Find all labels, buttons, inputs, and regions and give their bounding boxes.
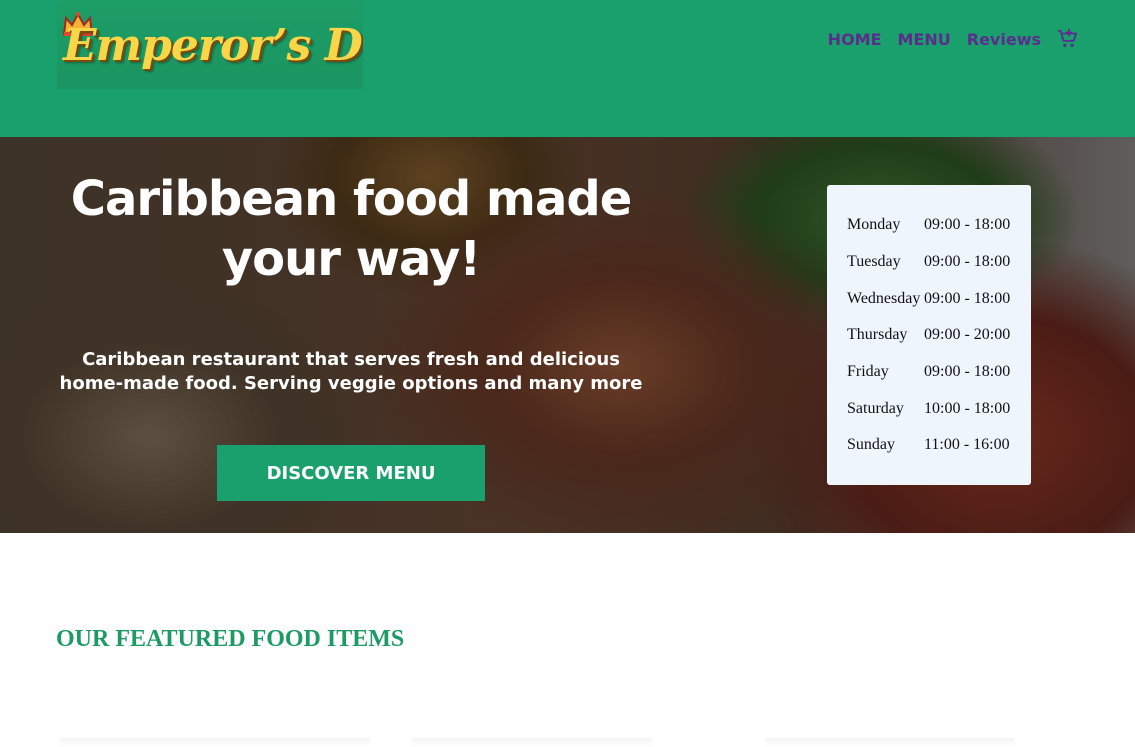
hours-day: Tuesday [847,253,901,271]
hours-row-saturday: Saturday 10:00 - 18:00 [847,390,1010,427]
hours-time: 09:00 - 18:00 [924,289,1011,307]
site-header: Emperor’s Dish HOME MENU Reviews [0,0,1135,137]
hours-row-tuesday: Tuesday 09:00 - 18:00 [847,244,1010,281]
hours-row-thursday: Thursday 09:00 - 20:00 [847,317,1010,354]
hours-time: 09:00 - 20:00 [924,326,1011,344]
discover-menu-button[interactable]: DISCOVER MENU [217,445,485,501]
hours-row-sunday: Sunday 11:00 - 16:00 [847,427,1010,464]
hours-day: Saturday [847,399,904,417]
hero-subtitle: Caribbean restaurant that serves fresh a… [40,348,662,396]
hours-day: Sunday [847,436,895,454]
hours-time: 09:00 - 18:00 [924,253,1011,271]
hero-section: Caribbean food made your way! Caribbean … [0,137,1135,533]
hero-title-line-2: your way! [221,231,481,287]
main-nav: HOME MENU Reviews [812,28,1079,50]
hours-time: 11:00 - 16:00 [924,436,1010,454]
featured-section-title: OUR FEATURED FOOD ITEMS [56,626,405,652]
nav-reviews[interactable]: Reviews [967,30,1041,49]
brand-logo[interactable]: Emperor’s Dish [57,0,363,89]
hero-title: Caribbean food made your way! [40,169,662,289]
hero-title-line-1: Caribbean food made [70,171,633,227]
hours-time: 09:00 - 18:00 [924,363,1011,381]
cart-add-icon[interactable] [1057,28,1079,50]
featured-card-2[interactable] [412,738,652,747]
hours-day: Thursday [847,326,908,344]
hours-day: Wednesday [847,289,921,307]
opening-hours-table: Monday 09:00 - 18:00 Tuesday 09:00 - 18:… [847,207,1010,464]
hours-time: 10:00 - 18:00 [924,399,1011,417]
hero-subtitle-line-2: home-made food. Serving veggie options a… [59,373,643,394]
nav-menu[interactable]: MENU [898,30,951,49]
hero-subtitle-line-1: Caribbean restaurant that serves fresh a… [82,349,620,370]
featured-card-3[interactable] [765,738,1015,747]
hours-row-monday: Monday 09:00 - 18:00 [847,207,1010,244]
hours-day: Monday [847,216,901,234]
brand-logo-text: Emperor’s Dish [63,20,363,71]
hours-time: 09:00 - 18:00 [924,216,1011,234]
nav-home[interactable]: HOME [828,30,882,49]
hours-row-friday: Friday 09:00 - 18:00 [847,354,1010,391]
hours-day: Friday [847,363,889,381]
featured-card-1[interactable] [60,738,370,747]
opening-hours-card: Monday 09:00 - 18:00 Tuesday 09:00 - 18:… [827,185,1031,485]
hours-row-wednesday: Wednesday 09:00 - 18:00 [847,280,1010,317]
